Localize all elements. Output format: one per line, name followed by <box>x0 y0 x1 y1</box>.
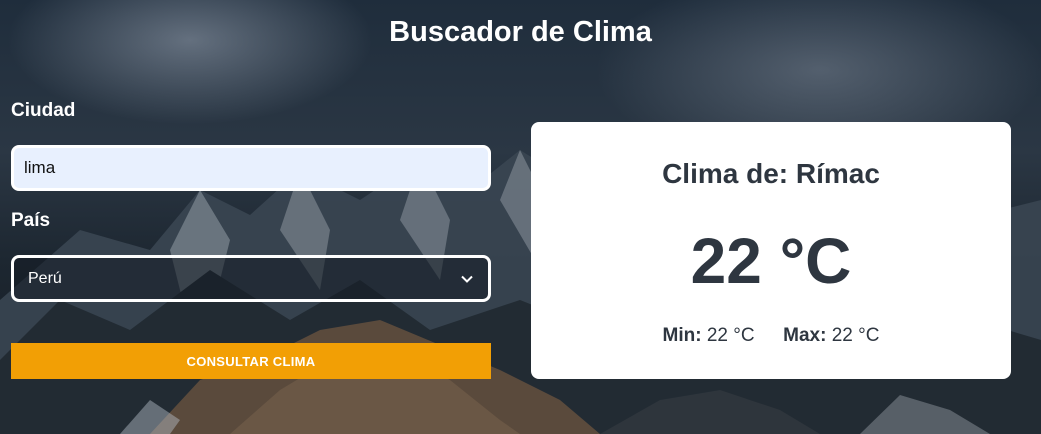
min-value: 22 °C <box>706 325 755 346</box>
country-label: País <box>11 210 51 231</box>
max-label: Max: <box>783 325 827 346</box>
page-title: Buscador de Clima <box>389 16 652 48</box>
weather-title-prefix: Clima de: <box>662 158 789 189</box>
country-select-value: Perú <box>28 269 62 287</box>
country-select[interactable]: Perú <box>11 255 491 302</box>
city-label: Ciudad <box>11 100 76 121</box>
consult-weather-button[interactable]: CONSULTAR CLIMA <box>11 343 491 379</box>
max-value: 22 °C <box>831 325 880 346</box>
chevron-down-icon <box>460 272 474 286</box>
current-temperature: 22 °C <box>690 225 852 297</box>
min-label: Min: <box>662 325 702 346</box>
min-max-row: Min: 22 °C Max: 22 °C <box>531 325 1011 347</box>
weather-result-card: Clima de: Rímac 22 °C Min: 22 °C Max: 22… <box>531 122 1011 379</box>
city-input[interactable] <box>11 145 491 191</box>
weather-location: Rímac <box>795 158 880 189</box>
weather-location-title: Clima de: Rímac <box>531 158 1011 190</box>
